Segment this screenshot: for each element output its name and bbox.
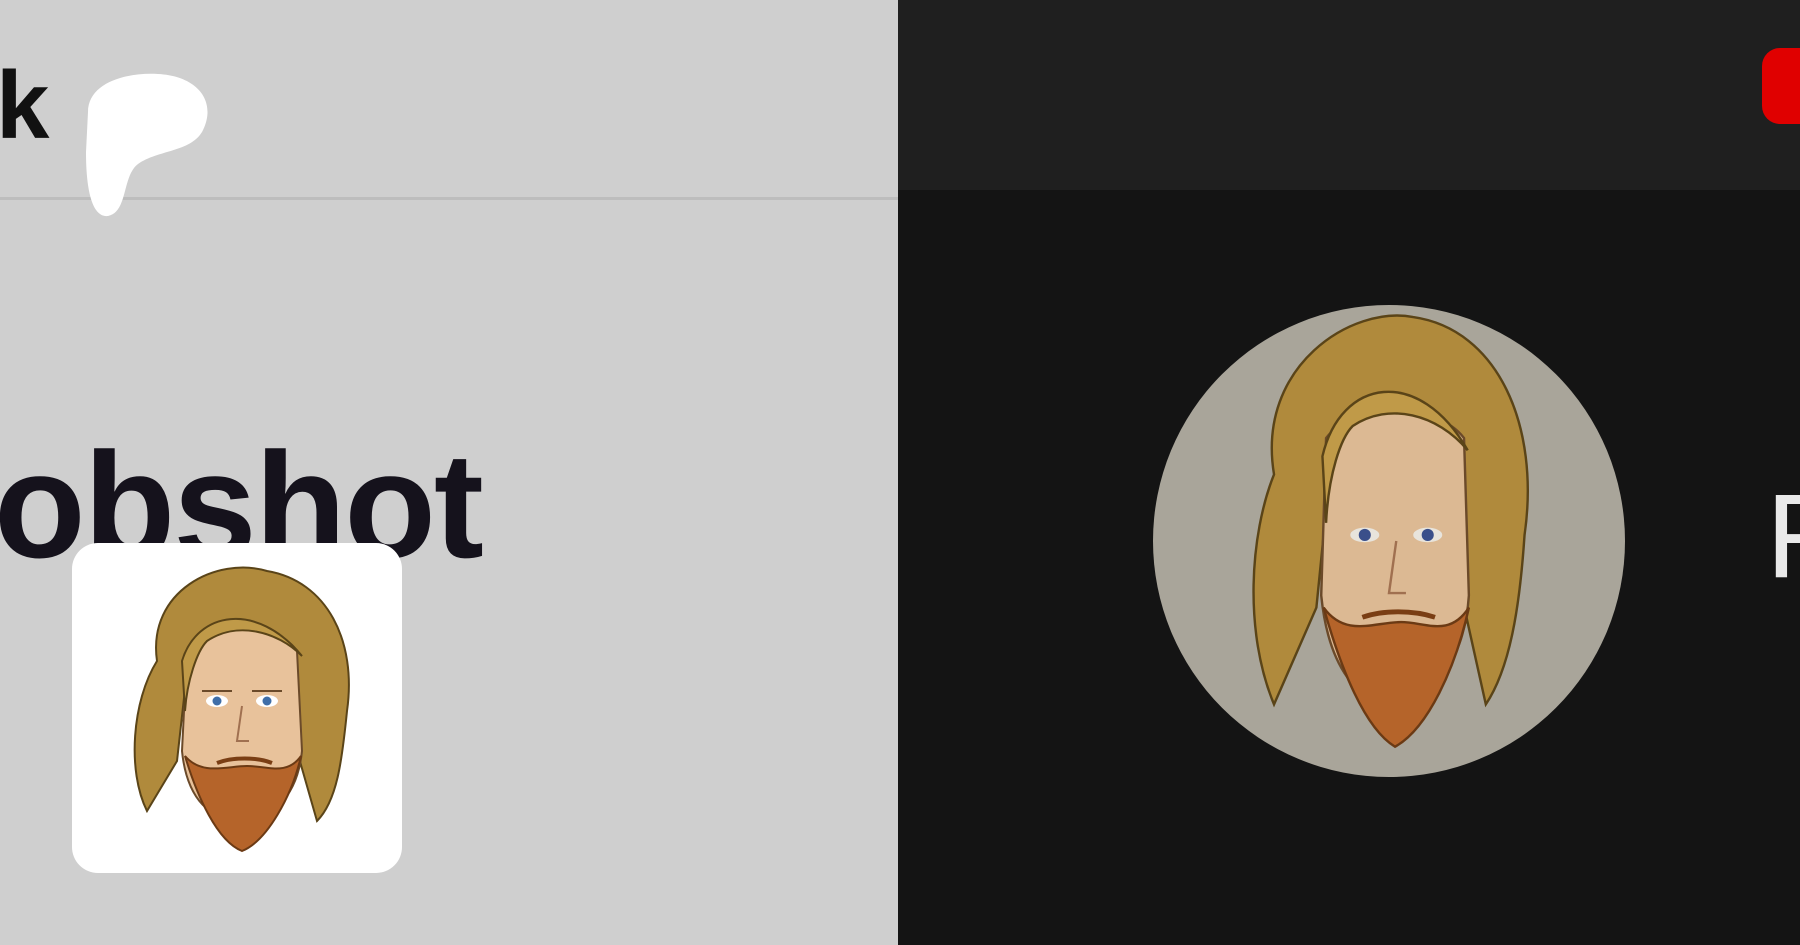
site-header: k (0, 0, 898, 217)
right-pane: R (898, 0, 1800, 945)
profile-avatar-card[interactable] (72, 543, 402, 873)
left-pane: k obshot (0, 0, 898, 945)
video-site-topbar (898, 0, 1800, 190)
brand-blob-logo-icon (86, 73, 208, 217)
site-brand-text[interactable]: k (0, 58, 49, 154)
channel-name: R (1766, 476, 1800, 596)
avatar-portrait-icon (133, 566, 350, 853)
youtube-logo-icon[interactable] (1762, 48, 1800, 124)
channel-avatar[interactable] (1153, 305, 1625, 777)
avatar-portrait-icon (1252, 314, 1529, 749)
